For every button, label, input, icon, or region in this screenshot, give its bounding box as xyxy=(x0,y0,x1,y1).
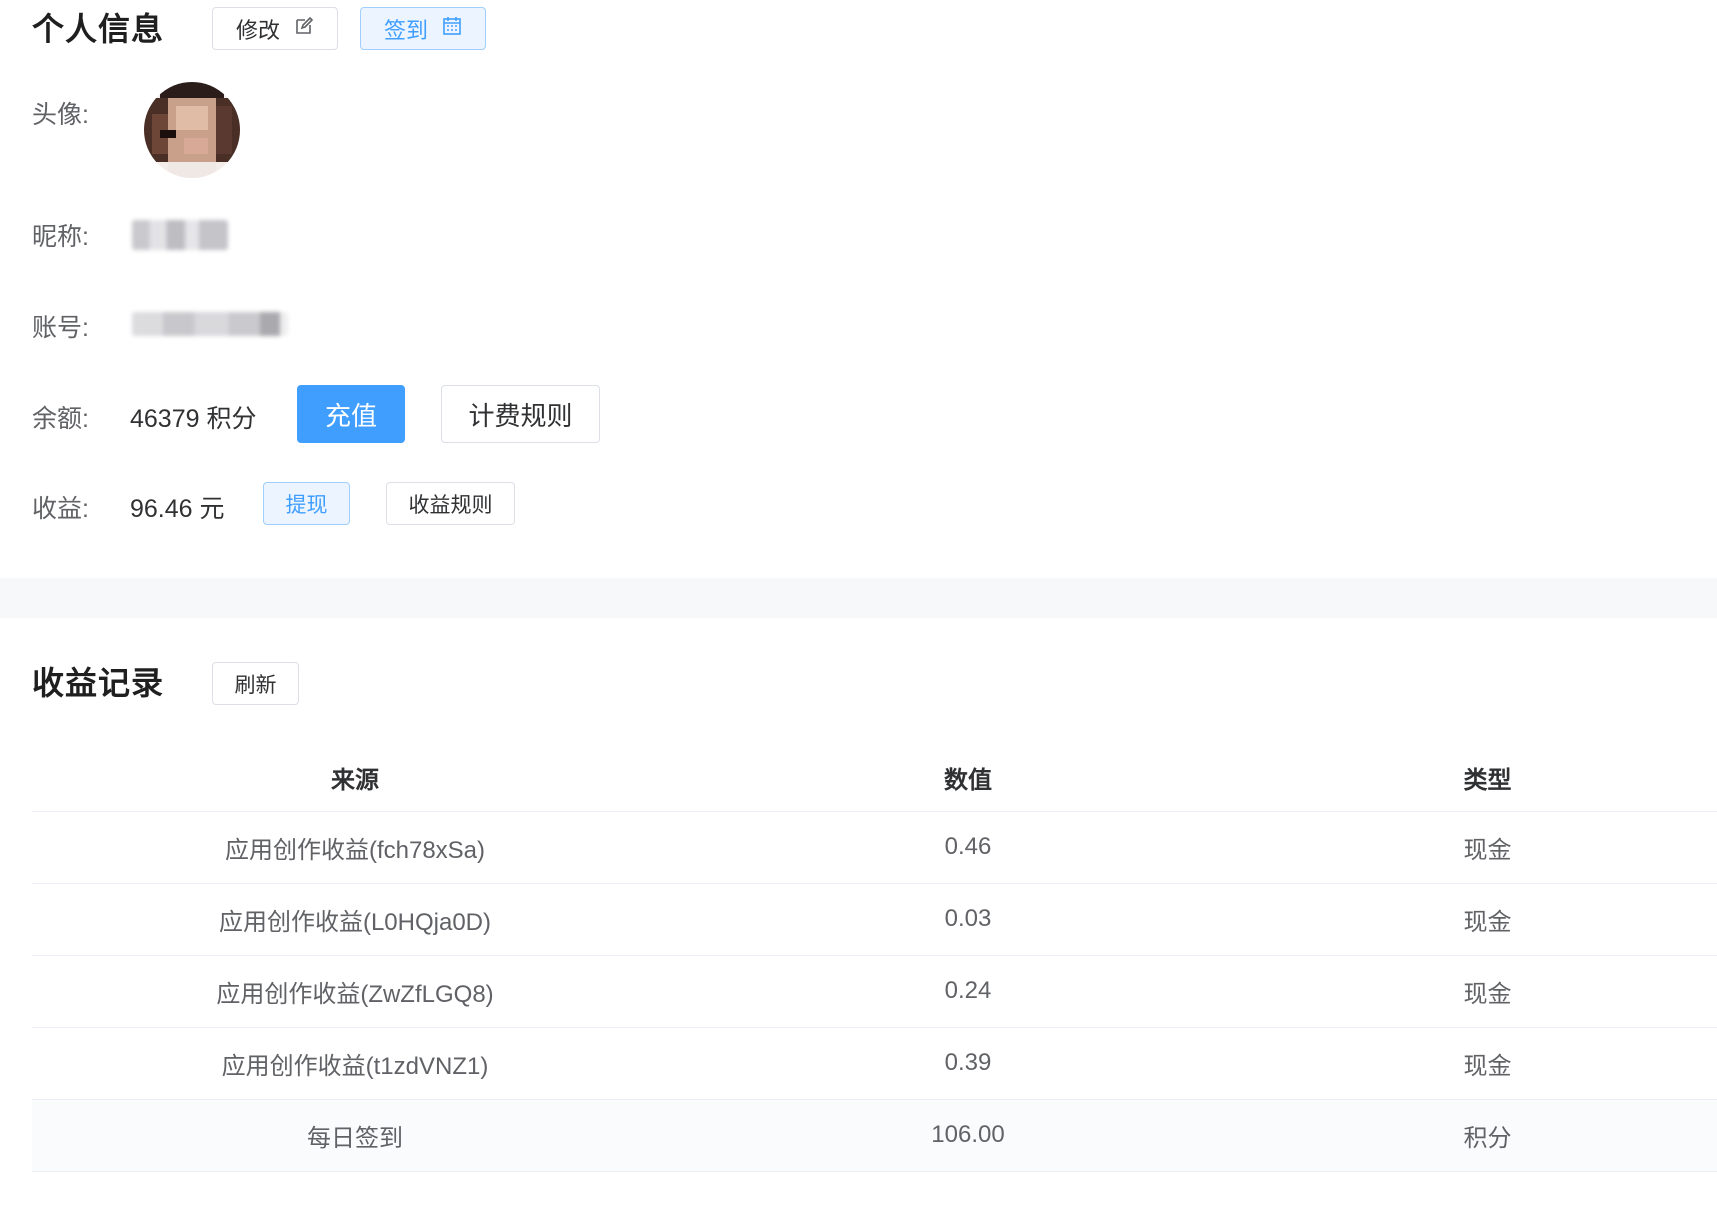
balance-label: 余额: xyxy=(32,405,89,433)
column-header-source[interactable]: 来源 xyxy=(32,745,678,812)
column-header-value[interactable]: 数值 xyxy=(678,745,1258,812)
avatar-image xyxy=(144,82,240,178)
table-header-row: 来源 数值 类型 xyxy=(32,745,1717,812)
checkin-button-label: 签到 xyxy=(383,17,428,43)
calendar-icon xyxy=(442,16,462,42)
account-label: 账号: xyxy=(32,314,89,342)
withdraw-button[interactable]: 提现 xyxy=(263,482,350,525)
table-row[interactable]: 应用创作收益(ZwZfLGQ8) 0.24 现金 xyxy=(32,955,1717,1028)
checkin-button[interactable]: 签到 xyxy=(360,7,486,50)
recharge-button[interactable]: 充值 xyxy=(297,385,405,443)
column-header-type[interactable]: 类型 xyxy=(1258,745,1717,812)
cell-source: 应用创作收益(fch78xSa) xyxy=(32,811,678,884)
earnings-value: 96.46 元 xyxy=(130,495,225,523)
earnings-rules-button[interactable]: 收益规则 xyxy=(386,482,515,525)
table-row[interactable]: 应用创作收益(L0HQja0D) 0.03 现金 xyxy=(32,883,1717,956)
table-row[interactable]: 应用创作收益(t1zdVNZ1) 0.39 现金 xyxy=(32,1027,1717,1100)
avatar[interactable] xyxy=(144,82,240,178)
refresh-button[interactable]: 刷新 xyxy=(212,662,299,705)
cell-value: 0.39 xyxy=(678,1027,1258,1100)
table-row[interactable]: 应用创作收益(fch78xSa) 0.46 现金 xyxy=(32,811,1717,884)
profile-title: 个人信息 xyxy=(32,11,165,47)
cell-type: 积分 xyxy=(1258,1099,1717,1172)
billing-rules-button[interactable]: 计费规则 xyxy=(441,385,600,443)
records-title: 收益记录 xyxy=(32,665,165,701)
cell-value: 106.00 xyxy=(678,1099,1258,1172)
records-table: 来源 数值 类型 应用创作收益(fch78xSa) 0.46 现金 应用创作收益… xyxy=(32,745,1717,1172)
cell-source: 应用创作收益(L0HQja0D) xyxy=(32,883,678,956)
table-row[interactable]: 每日签到 106.00 积分 xyxy=(32,1099,1717,1172)
cell-source: 应用创作收益(t1zdVNZ1) xyxy=(32,1027,678,1100)
earnings-label: 收益: xyxy=(32,495,89,523)
edit-icon xyxy=(294,16,314,42)
cell-value: 0.03 xyxy=(678,883,1258,956)
balance-value: 46379 积分 xyxy=(130,405,257,433)
cell-value: 0.24 xyxy=(678,955,1258,1028)
cell-value: 0.46 xyxy=(678,811,1258,884)
nickname-label: 昵称: xyxy=(32,223,89,251)
cell-type: 现金 xyxy=(1258,883,1717,956)
avatar-label: 头像: xyxy=(32,101,89,129)
nickname-value-masked xyxy=(132,220,228,250)
edit-button-label: 修改 xyxy=(235,17,280,43)
section-divider xyxy=(0,578,1717,618)
cell-type: 现金 xyxy=(1258,1027,1717,1100)
profile-card: 个人信息 修改 签到 头像: 昵称: 账号: 余额: 46379 积分 充值 计… xyxy=(0,0,1717,578)
cell-type: 现金 xyxy=(1258,955,1717,1028)
cell-source: 每日签到 xyxy=(32,1099,678,1172)
account-value-masked xyxy=(132,312,288,336)
edit-button[interactable]: 修改 xyxy=(212,7,338,50)
cell-type: 现金 xyxy=(1258,811,1717,884)
cell-source: 应用创作收益(ZwZfLGQ8) xyxy=(32,955,678,1028)
